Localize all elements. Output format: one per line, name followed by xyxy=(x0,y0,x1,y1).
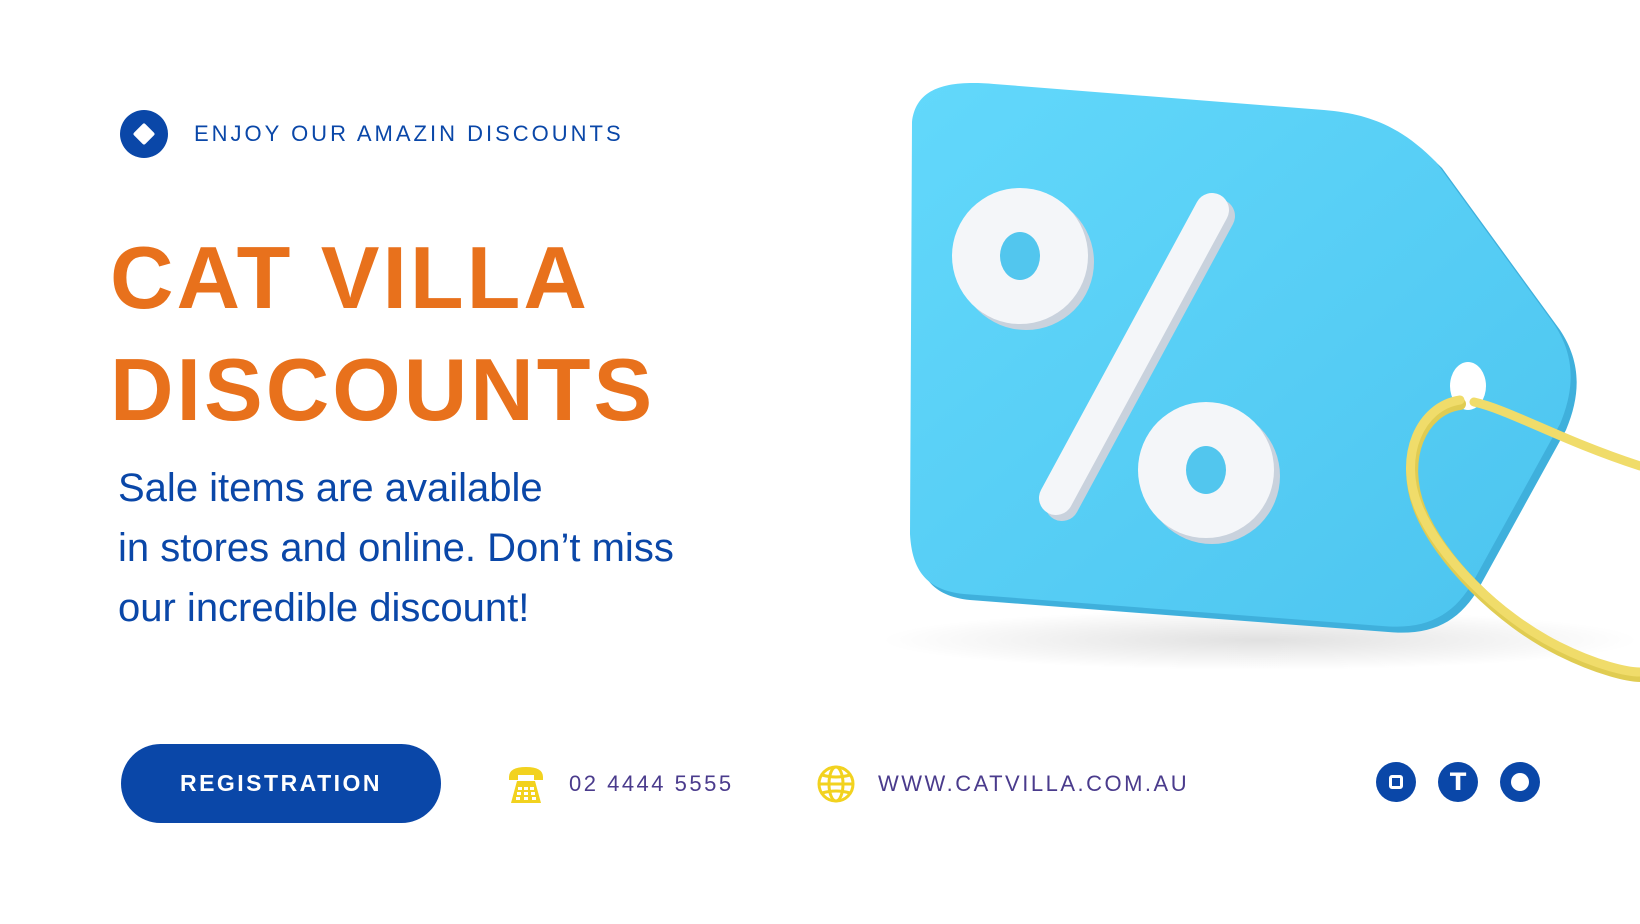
phone-number: 02 4444 5555 xyxy=(569,771,734,796)
title-line-2: DISCOUNTS xyxy=(110,340,656,439)
phone-contact[interactable]: 02 4444 5555 xyxy=(505,764,734,804)
title-line-1: CAT VILLA xyxy=(110,228,590,327)
eyebrow: ENJOY OUR AMAZIN DISCOUNTS xyxy=(120,110,624,158)
diamond-icon xyxy=(120,110,168,158)
website-url: WWW.CATVILLA.COM.AU xyxy=(878,771,1190,796)
description-line-1: Sale items are available xyxy=(118,466,543,510)
website-contact[interactable]: WWW.CATVILLA.COM.AU xyxy=(816,764,1189,804)
circle-icon[interactable] xyxy=(1500,762,1540,802)
globe-icon xyxy=(817,765,855,803)
telephone-icon xyxy=(509,767,543,803)
registration-button[interactable]: REGISTRATION xyxy=(121,744,441,823)
instagram-icon[interactable] xyxy=(1376,762,1416,802)
page-title: CAT VILLA DISCOUNTS xyxy=(110,222,655,446)
description-line-3: our incredible discount! xyxy=(118,586,530,630)
description: Sale items are available in stores and o… xyxy=(118,458,838,638)
t-letter-icon[interactable]: T xyxy=(1438,762,1478,802)
eyebrow-text: ENJOY OUR AMAZIN DISCOUNTS xyxy=(194,121,624,146)
description-line-2: in stores and online. Don’t miss xyxy=(118,526,674,570)
percent-price-tag-icon xyxy=(880,83,1640,682)
social-links: T xyxy=(1376,762,1540,802)
